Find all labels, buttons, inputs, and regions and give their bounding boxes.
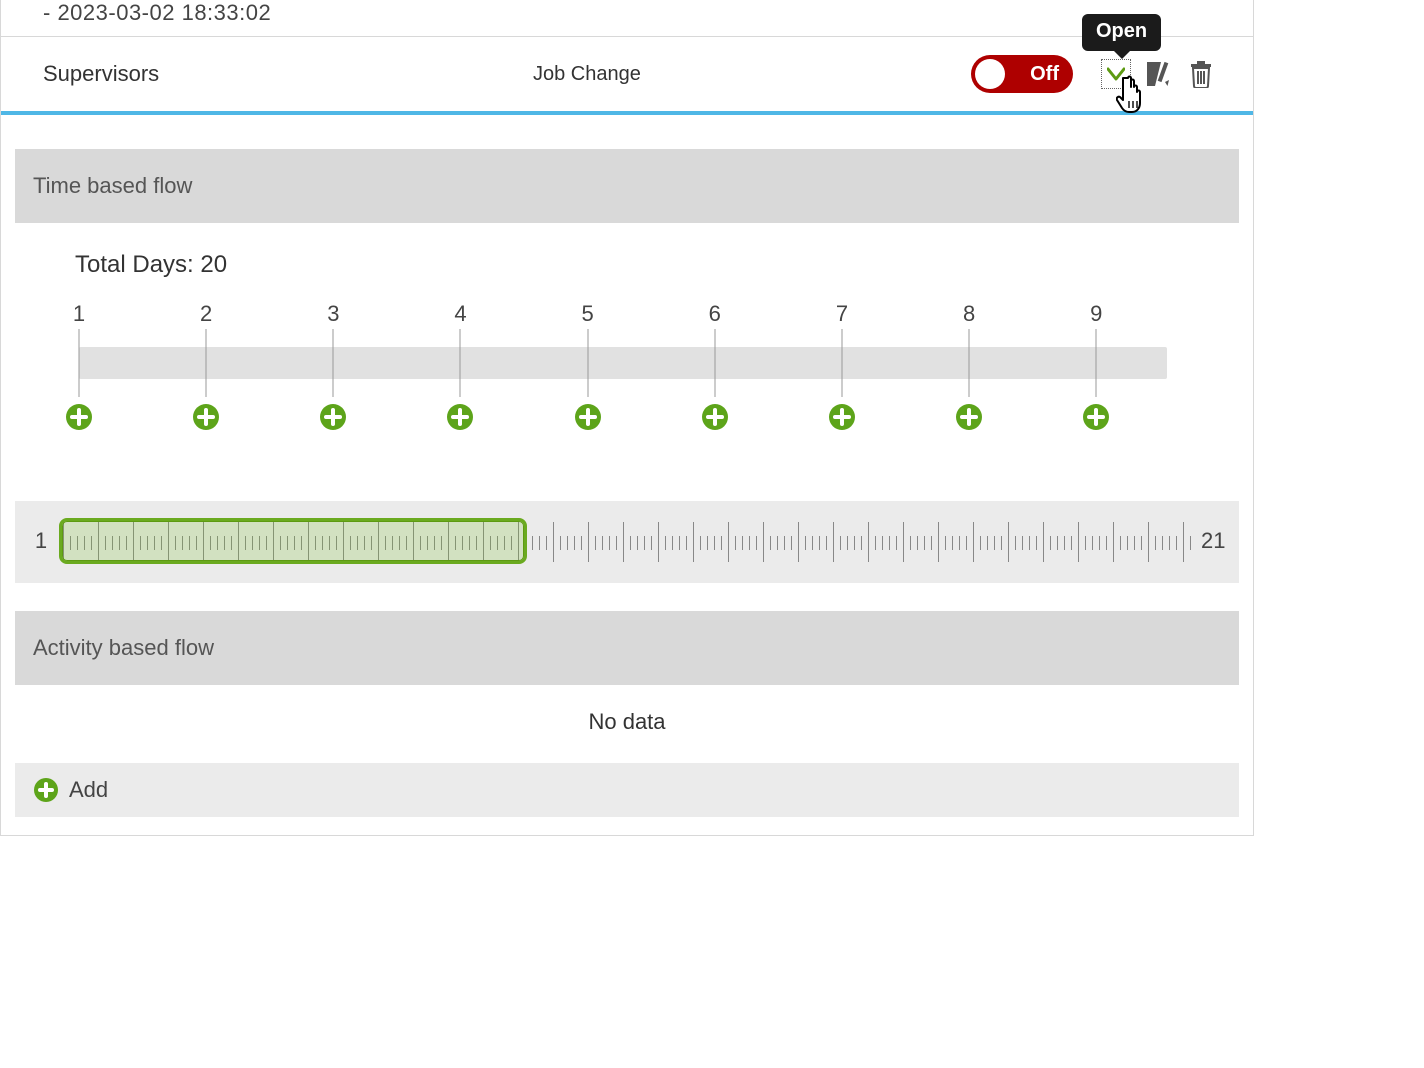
day-timeline: 123456789 bbox=[79, 301, 1167, 431]
timeline-add-day-button[interactable] bbox=[65, 403, 93, 431]
plus-circle-icon bbox=[1082, 403, 1110, 431]
timeline-add-day-button[interactable] bbox=[1082, 403, 1110, 431]
timeline-tick bbox=[587, 329, 588, 397]
timeline-bar bbox=[79, 347, 1167, 379]
timeline-day-label: 7 bbox=[836, 301, 848, 327]
plus-circle-icon bbox=[192, 403, 220, 431]
timeline-day-label: 3 bbox=[327, 301, 339, 327]
timeline-add-day-button[interactable] bbox=[701, 403, 729, 431]
ruler-start-label: 1 bbox=[29, 528, 53, 554]
open-tooltip: Open bbox=[1082, 14, 1161, 51]
timeline-add-day-button[interactable] bbox=[574, 403, 602, 431]
plus-circle-icon bbox=[65, 403, 93, 431]
timeline-day-label: 5 bbox=[582, 301, 594, 327]
timeline-add-day-button[interactable] bbox=[192, 403, 220, 431]
total-days-label: Total Days: 20 bbox=[75, 251, 1203, 279]
open-button[interactable]: Open bbox=[1101, 59, 1131, 89]
timeline-add-day-button[interactable] bbox=[319, 403, 347, 431]
timeline-tick bbox=[206, 329, 207, 397]
timeline-tick bbox=[333, 329, 334, 397]
toggle-off[interactable]: Off bbox=[971, 55, 1073, 93]
ruler-slider[interactable]: 1 21 bbox=[15, 501, 1239, 583]
timeline-tick bbox=[460, 329, 461, 397]
timeline-day-label: 2 bbox=[200, 301, 212, 327]
ruler-track[interactable] bbox=[63, 521, 1191, 561]
plus-circle-icon bbox=[955, 403, 983, 431]
chevron-down-icon bbox=[1107, 66, 1125, 82]
toggle-knob bbox=[975, 59, 1005, 89]
timeline-add-day-button[interactable] bbox=[446, 403, 474, 431]
plus-circle-icon bbox=[33, 777, 59, 803]
timeline-day-label: 6 bbox=[709, 301, 721, 327]
plus-circle-icon bbox=[446, 403, 474, 431]
activity-flow-empty: No data bbox=[15, 685, 1239, 759]
ruler-end-label: 21 bbox=[1201, 528, 1225, 554]
plus-circle-icon bbox=[828, 403, 856, 431]
timeline-day-label: 9 bbox=[1090, 301, 1102, 327]
plus-circle-icon bbox=[319, 403, 347, 431]
prev-row-timestamp: - 2023-03-02 18:33:02 bbox=[1, 0, 1253, 36]
trash-icon bbox=[1189, 60, 1213, 88]
timeline-day-label: 4 bbox=[454, 301, 466, 327]
activity-flow-header: Activity based flow bbox=[15, 611, 1239, 685]
row-name: Supervisors bbox=[43, 61, 533, 87]
delete-button[interactable] bbox=[1189, 60, 1213, 88]
edit-button[interactable] bbox=[1145, 60, 1175, 88]
timeline-tick bbox=[969, 329, 970, 397]
time-flow-header: Time based flow bbox=[15, 149, 1239, 223]
time-based-flow-panel: Time based flow Total Days: 20 1 2 3 4 5 6 7 8 9… bbox=[15, 149, 1239, 583]
edit-icon bbox=[1145, 60, 1175, 88]
timeline-add-day-button[interactable] bbox=[828, 403, 856, 431]
add-activity-button[interactable]: Add bbox=[15, 763, 1239, 817]
flow-row-supervisors: Supervisors Job Change Off Open bbox=[1, 36, 1253, 111]
timeline-day-label: 8 bbox=[963, 301, 975, 327]
activity-based-flow-panel: Activity based flow No data Add bbox=[15, 611, 1239, 817]
timeline-add-day-button[interactable] bbox=[955, 403, 983, 431]
toggle-label: Off bbox=[1030, 63, 1059, 86]
timeline-tick bbox=[1096, 329, 1097, 397]
plus-circle-icon bbox=[574, 403, 602, 431]
ruler-range-handle[interactable] bbox=[59, 518, 527, 564]
timeline-tick bbox=[714, 329, 715, 397]
row-type: Job Change bbox=[533, 63, 853, 86]
timeline-day-label: 1 bbox=[73, 301, 85, 327]
add-activity-label: Add bbox=[69, 777, 108, 803]
timeline-tick bbox=[841, 329, 842, 397]
timeline-tick bbox=[79, 329, 80, 397]
plus-circle-icon bbox=[701, 403, 729, 431]
